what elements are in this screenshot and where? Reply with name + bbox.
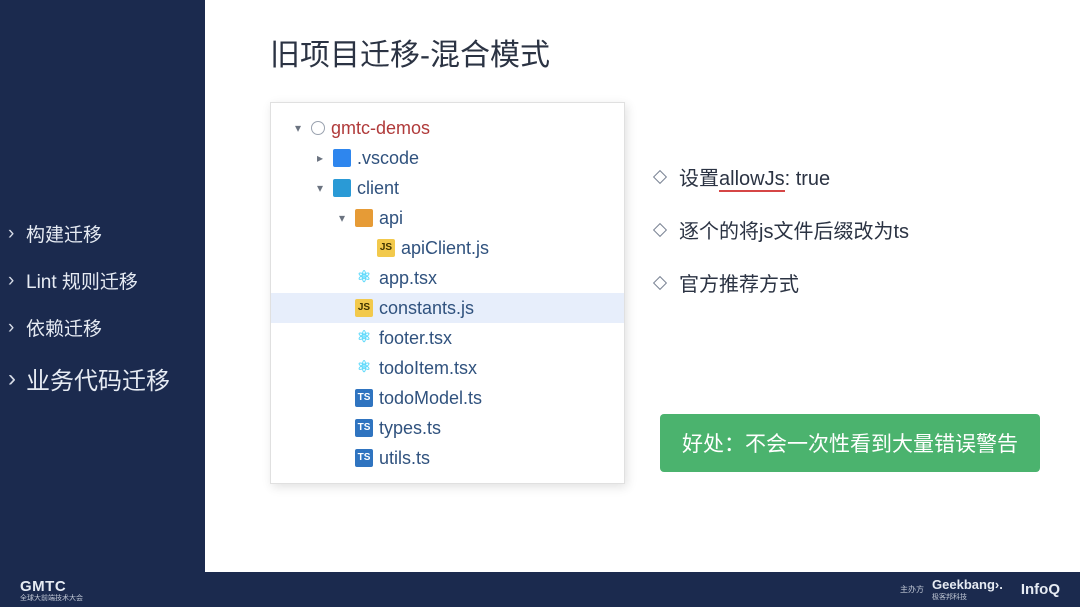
diamond-bullet-icon	[653, 222, 667, 236]
js-icon: JS	[377, 239, 395, 257]
chevron-right-icon: ›	[8, 270, 18, 292]
tree-row[interactable]: JS apiClient.js	[271, 233, 624, 263]
nav-item-label: 依赖迁移	[26, 314, 102, 341]
ts-icon: TS	[355, 419, 373, 437]
footer-bar: GMTC 全球大前端技术大会 主办方 Geekbang›. 极客邦科技 Info…	[0, 572, 1080, 607]
slide: › 构建迁移 › Lint 规则迁移 › 依赖迁移 › 业务代码迁移 旧项目迁移-混合模式 g…	[0, 0, 1080, 607]
tree-row[interactable]: todoItem.tsx	[271, 353, 624, 383]
tree-row[interactable]: TS types.ts	[271, 413, 624, 443]
nav-item[interactable]: › 依赖迁移	[0, 304, 205, 351]
ts-icon: TS	[355, 389, 373, 407]
chevron-right-icon: ›	[8, 223, 18, 245]
file-name: constants.js	[379, 299, 474, 317]
nav-item[interactable]: › 构建迁移	[0, 210, 205, 257]
host-label: 主办方	[900, 584, 924, 595]
bullet-text: 官方推荐方式	[679, 268, 799, 297]
brand-logo: GMTC	[20, 578, 66, 595]
tree-row[interactable]: TS todoModel.ts	[271, 383, 624, 413]
footer-brand-block: GMTC 全球大前端技术大会	[20, 578, 83, 602]
bullet-text: 逐个的将js文件后缀改为ts	[679, 215, 909, 244]
folder-blue2-icon	[333, 179, 351, 197]
ts-icon: TS	[355, 449, 373, 467]
geekbang-logo: Geekbang›.	[932, 577, 1003, 592]
react-icon	[355, 269, 373, 287]
left-nav: › 构建迁移 › Lint 规则迁移 › 依赖迁移 › 业务代码迁移	[0, 0, 205, 607]
file-name: client	[357, 179, 399, 197]
infoq-logo: InfoQ	[1021, 581, 1060, 598]
file-name: utils.ts	[379, 449, 430, 467]
geekbang-subtitle: 极客邦科技	[932, 592, 1011, 602]
tree-row[interactable]: gmtc-demos	[271, 113, 624, 143]
file-name: api	[379, 209, 403, 227]
page-title: 旧项目迁移-混合模式	[270, 30, 1040, 74]
tree-row[interactable]: .vscode	[271, 143, 624, 173]
nav-item-label: Lint 规则迁移	[26, 267, 138, 294]
bullet-item: 设置allowJs: true	[655, 162, 1040, 191]
tree-row[interactable]: app.tsx	[271, 263, 624, 293]
file-name: footer.tsx	[379, 329, 452, 347]
folder-orange-icon	[355, 209, 373, 227]
react-icon	[355, 359, 373, 377]
callout-box: 好处：不会一次性看到大量错误警告	[660, 414, 1040, 472]
geekbang-block: Geekbang›. 极客邦科技	[932, 577, 1011, 602]
diamond-bullet-icon	[653, 169, 667, 183]
tree-row[interactable]: client	[271, 173, 624, 203]
file-tree: gmtc-demos .vscode client api JS apiClient.js…	[270, 102, 625, 484]
nav-item-label: 业务代码迁移	[26, 361, 170, 396]
chevron-right-icon: ›	[8, 365, 18, 393]
chevron-down-icon[interactable]	[335, 212, 349, 224]
file-name: gmtc-demos	[331, 119, 430, 137]
tree-row[interactable]: TS utils.ts	[271, 443, 624, 473]
diamond-bullet-icon	[653, 275, 667, 289]
chevron-right-icon[interactable]	[313, 152, 327, 164]
bullet-item: 官方推荐方式	[655, 268, 1040, 297]
nav-item-label: 构建迁移	[26, 220, 102, 247]
content-card: 旧项目迁移-混合模式 gmtc-demos .vscode client api JS a…	[205, 0, 1080, 572]
chevron-down-icon[interactable]	[313, 182, 327, 194]
chevron-down-icon[interactable]	[291, 122, 305, 134]
chevron-right-icon: ›	[8, 317, 18, 339]
tree-row[interactable]: api	[271, 203, 624, 233]
bullet-item: 逐个的将js文件后缀改为ts	[655, 215, 1040, 244]
circle-icon	[311, 121, 325, 135]
react-icon	[355, 329, 373, 347]
file-name: app.tsx	[379, 269, 437, 287]
tree-row[interactable]: footer.tsx	[271, 323, 624, 353]
folder-blue-icon	[333, 149, 351, 167]
tree-row[interactable]: JS constants.js	[271, 293, 624, 323]
file-name: todoModel.ts	[379, 389, 482, 407]
file-name: apiClient.js	[401, 239, 489, 257]
file-name: todoItem.tsx	[379, 359, 477, 377]
bullet-text: 设置allowJs: true	[679, 162, 830, 191]
file-name: types.ts	[379, 419, 441, 437]
js-icon: JS	[355, 299, 373, 317]
file-name: .vscode	[357, 149, 419, 167]
brand-subtitle: 全球大前端技术大会	[20, 595, 83, 602]
nav-item[interactable]: › 业务代码迁移	[0, 351, 205, 406]
nav-item[interactable]: › Lint 规则迁移	[0, 257, 205, 304]
